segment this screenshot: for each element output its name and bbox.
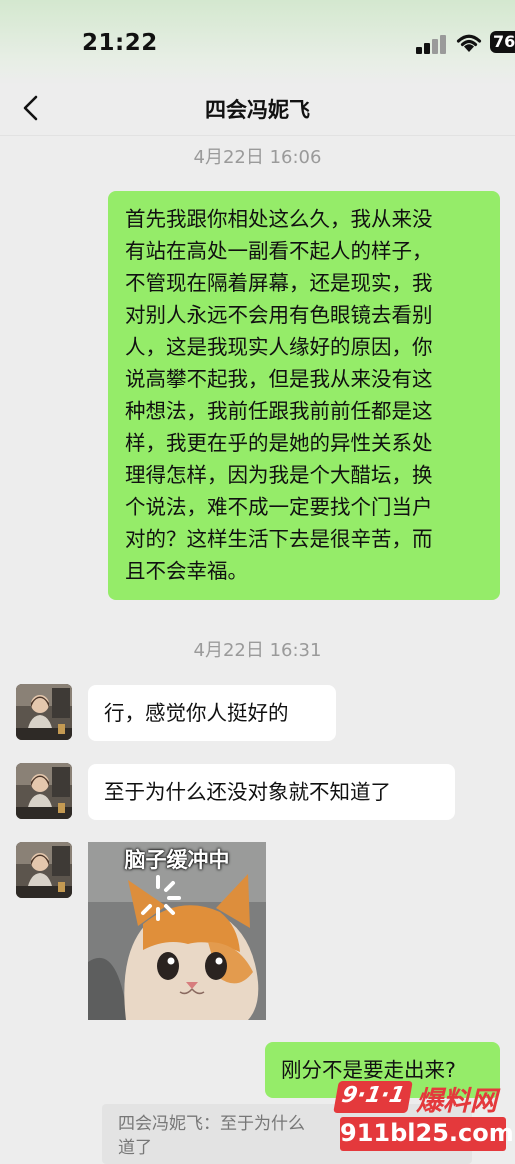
outgoing-message-bubble[interactable]: 首先我跟你相处这么久，我从来没 有站在高处一副看不起人的样子， 不管现在隔着屏幕… [108, 191, 500, 600]
message-line: 不管现在隔着屏幕，还是现实，我 [125, 271, 433, 295]
message-line: 个说法，难不成一定要找个门当户 [125, 495, 433, 519]
incoming-message-bubble[interactable]: 行，感觉你人挺好的 [88, 685, 336, 741]
battery-icon: 76 [490, 31, 515, 53]
wifi-icon [456, 34, 482, 52]
contact-avatar[interactable] [16, 763, 72, 819]
message-line: 有站在高处一副看不起人的样子， [125, 239, 433, 263]
message-text: 至于为什么还没对象就不知道了 [104, 780, 391, 804]
chat-title: 四会冯妮飞 [205, 98, 310, 122]
contact-avatar[interactable] [16, 842, 72, 898]
watermark-brand: 爆料网 [416, 1086, 497, 1117]
chat-header: 四会冯妮飞 [0, 85, 515, 136]
contact-avatar[interactable] [16, 684, 72, 740]
cellular-signal-icon [416, 34, 448, 54]
status-time: 21:22 [82, 30, 158, 56]
status-bar: 21:22 76 [0, 0, 515, 85]
sticker-caption: 脑子缓冲中 [124, 848, 230, 872]
message-line: 对别人永远不会用有色眼镜去看别 [125, 303, 433, 327]
message-timestamp: 4月22日 16:06 [193, 147, 322, 168]
message-line: 对的？这样生活下去是很辛苦，而 [125, 527, 433, 551]
message-timestamp: 4月22日 16:31 [193, 640, 322, 661]
message-line: 种想法，我前任跟我前前任都是这 [125, 399, 433, 423]
watermark-url: 911bl25.com [340, 1117, 514, 1151]
message-line: 样，我更在乎的是她的异性关系处 [125, 431, 433, 455]
site-watermark: 9·1·1 爆料网 911bl25.com [332, 1077, 514, 1152]
message-line: 理得怎样，因为我是个大醋坛，换 [125, 463, 433, 487]
battery-level: 76 [493, 32, 515, 51]
message-line: 首先我跟你相处这么久，我从来没 [125, 207, 433, 231]
cat-sticker-image[interactable]: 脑子缓冲中 [88, 842, 266, 1020]
message-text: 行，感觉你人挺好的 [104, 701, 289, 725]
incoming-message-bubble[interactable]: 至于为什么还没对象就不知道了 [88, 764, 455, 820]
message-line: 说高攀不起我，但是我从来没有这 [125, 367, 433, 391]
watermark-badge: 9·1·1 [333, 1081, 413, 1113]
message-line: 人，这是我现实人缘好的原因，你 [125, 335, 433, 359]
message-line: 且不会幸福。 [125, 559, 248, 583]
